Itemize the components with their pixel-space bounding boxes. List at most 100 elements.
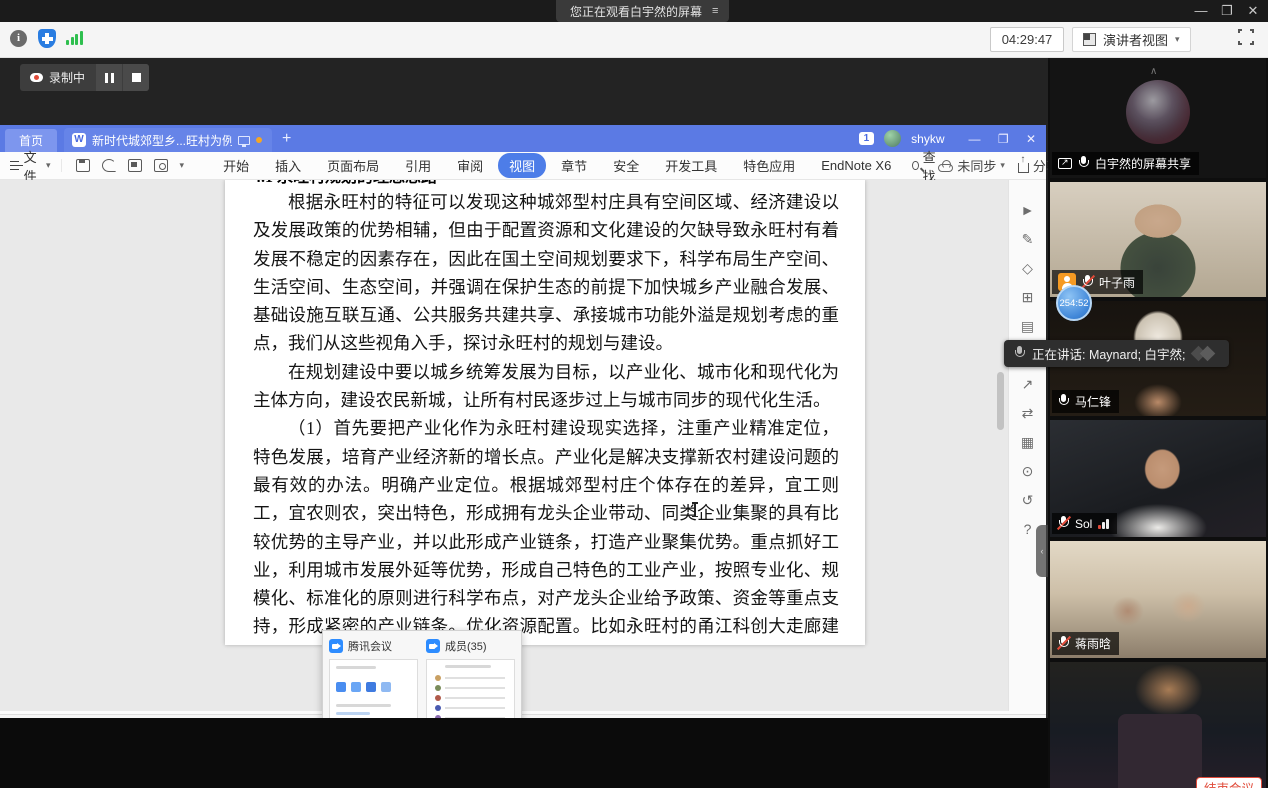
- banner-menu-icon[interactable]: ≡: [712, 5, 719, 17]
- tab-start[interactable]: 开始: [212, 153, 260, 178]
- speaking-toast: 正在讲话: Maynard; 白宇然;: [1004, 340, 1229, 367]
- tab-special-apps[interactable]: 特色应用: [732, 153, 806, 178]
- export-tool-icon[interactable]: ↗: [1018, 376, 1038, 392]
- mic-muted-icon: [1058, 636, 1069, 651]
- preview-title: 腾讯会议: [348, 638, 392, 654]
- watching-banner-text: 您正在观看白宇然的屏幕: [570, 3, 702, 20]
- qat-dropdown-icon[interactable]: ▾: [180, 160, 185, 171]
- grid-tool-icon[interactable]: ▦: [1018, 434, 1038, 450]
- view-mode-label: 演讲者视图: [1103, 30, 1168, 49]
- cloud-icon: [938, 164, 953, 172]
- participants-sidebar: ∧ 白宇然的屏幕共享 叶子雨 马仁锋 Sol: [1048, 58, 1268, 788]
- user-avatar[interactable]: [884, 130, 901, 147]
- chevron-down-icon: ▾: [1175, 34, 1180, 45]
- mic-icon: [1078, 156, 1089, 171]
- tab-view[interactable]: 视图: [498, 153, 546, 178]
- paragraph: 根据永旺村的特征可以发现这种城郊型村庄具有空间区域、经济建设以及发展政策的优势相…: [253, 188, 839, 358]
- participant-tile[interactable]: Sol: [1050, 420, 1266, 537]
- mic-icon: [1014, 346, 1025, 361]
- document-canvas: 4.1 永旺村规划的理念思路 根据永旺村的特征可以发现这种城郊型村庄具有空间区域…: [0, 180, 1046, 711]
- tab-insert[interactable]: 插入: [264, 153, 312, 178]
- meeting-info-icon[interactable]: i: [10, 30, 27, 47]
- wps-close-button[interactable]: ✕: [1026, 132, 1036, 146]
- unsaved-dot-icon: [256, 137, 262, 143]
- tab-page-layout[interactable]: 页面布局: [316, 153, 390, 178]
- fullscreen-icon[interactable]: [1238, 29, 1254, 45]
- table-tool-icon[interactable]: ⊞: [1018, 289, 1038, 305]
- document-page[interactable]: 4.1 永旺村规划的理念思路 根据永旺村的特征可以发现这种城郊型村庄具有空间区域…: [225, 180, 865, 645]
- participant-name: 白宇然的屏幕共享: [1095, 155, 1191, 172]
- help-tool-icon[interactable]: ?: [1018, 521, 1038, 537]
- stop-recording-button[interactable]: [123, 64, 149, 91]
- scroll-down-button[interactable]: ∨: [1138, 750, 1178, 770]
- shared-screen-stage: 录制中 首页 W 新时代城郊型乡...旺村为例(1) + 1 shykw — ❐: [0, 58, 1048, 788]
- meeting-logo-watermark: [1193, 346, 1219, 362]
- undo-icon[interactable]: [102, 159, 116, 172]
- wps-restore-button[interactable]: ❐: [998, 132, 1009, 146]
- save-icon[interactable]: [76, 159, 90, 172]
- meeting-window: 您正在观看白宇然的屏幕 ≡ — ❐ ✕ i 04:29:47 演讲者视图 ▾ 录…: [0, 0, 1268, 788]
- minimize-button[interactable]: —: [1190, 3, 1212, 18]
- wps-document-tab[interactable]: W 新时代城郊型乡...旺村为例(1): [64, 128, 272, 152]
- document-body: 根据永旺村的特征可以发现这种城郊型村庄具有空间区域、经济建设以及发展政策的优势相…: [253, 188, 839, 645]
- pause-recording-button[interactable]: [96, 64, 122, 91]
- meeting-protect-icon[interactable]: [38, 29, 56, 48]
- meeting-bottom-area: [0, 718, 1048, 788]
- chevron-down-icon: ▾: [1000, 160, 1005, 171]
- restore-button[interactable]: ❐: [1216, 3, 1238, 19]
- select-tool-icon[interactable]: ►: [1018, 202, 1038, 218]
- swap-tool-icon[interactable]: ⇄: [1018, 405, 1038, 421]
- tab-section[interactable]: 章节: [550, 153, 598, 178]
- close-button[interactable]: ✕: [1242, 3, 1264, 19]
- wps-window: 首页 W 新时代城郊型乡...旺村为例(1) + 1 shykw — ❐ ✕: [0, 125, 1046, 742]
- layout-icon: [1083, 33, 1096, 46]
- paragraph: （1）首先要把产业化作为永旺村建设现实选择，注重产业精准定位，特色发展，培育产业…: [253, 414, 839, 645]
- undo-tool-icon[interactable]: ↺: [1018, 492, 1038, 508]
- pen-tool-icon[interactable]: ✎: [1018, 231, 1038, 247]
- wps-doc-icon: W: [72, 133, 86, 147]
- document-scrollbar[interactable]: [997, 184, 1004, 644]
- document-heading: 4.1 永旺村规划的理念思路: [253, 180, 839, 188]
- new-tab-button[interactable]: +: [282, 130, 291, 148]
- find-button[interactable]: 查找: [912, 147, 938, 185]
- participant-name: Sol: [1075, 517, 1092, 531]
- shape-tool-icon[interactable]: ◇: [1018, 260, 1038, 276]
- participant-tile[interactable]: 叶子雨: [1050, 182, 1266, 297]
- hamburger-icon: [10, 161, 19, 170]
- tab-review[interactable]: 审阅: [446, 153, 494, 178]
- tab-endnote[interactable]: EndNote X6: [810, 155, 902, 176]
- sync-label: 未同步: [957, 156, 996, 175]
- panel-collapse-handle[interactable]: ‹: [1036, 525, 1048, 577]
- quick-access-toolbar: ▾: [61, 159, 199, 172]
- avatar: [1126, 80, 1190, 144]
- file-menu-label: 文件: [24, 147, 41, 185]
- participant-tile-screen-share[interactable]: ∧ 白宇然的屏幕共享: [1050, 58, 1266, 178]
- find-label: 查找: [923, 147, 939, 185]
- wps-window-buttons: — ❐ ✕: [954, 132, 1036, 146]
- wps-minimize-button[interactable]: —: [968, 132, 980, 146]
- sync-button[interactable]: 未同步 ▾: [938, 156, 1005, 175]
- tab-security[interactable]: 安全: [602, 153, 650, 178]
- preview-title: 成员(35): [445, 638, 487, 654]
- wps-menu-bar: 文件 ▾ ▾ 开始 插入 页面布局 引用 审阅 视图 章节: [0, 152, 1046, 180]
- tab-dev-tools[interactable]: 开发工具: [654, 153, 728, 178]
- participant-tile[interactable]: ∨: [1050, 662, 1266, 788]
- print-icon[interactable]: [128, 159, 142, 172]
- screen-share-icon: [1058, 158, 1072, 169]
- view-mode-button[interactable]: 演讲者视图 ▾: [1072, 27, 1191, 52]
- chevron-up-icon[interactable]: ∧: [1150, 66, 1157, 77]
- end-meeting-button[interactable]: 结束会议: [1196, 777, 1262, 788]
- list-tool-icon[interactable]: ▤: [1018, 318, 1038, 334]
- print-preview-icon[interactable]: [154, 159, 168, 172]
- recording-bar: 录制中: [20, 64, 149, 91]
- recording-label: 录制中: [49, 69, 85, 86]
- share-icon: [1018, 163, 1029, 173]
- meeting-time-bubble[interactable]: 254:52: [1056, 285, 1092, 321]
- file-menu[interactable]: 文件 ▾: [0, 147, 61, 185]
- tab-reference[interactable]: 引用: [394, 153, 442, 178]
- participant-tile[interactable]: 蒋雨晗: [1050, 541, 1266, 658]
- history-tool-icon[interactable]: ⊙: [1018, 463, 1038, 479]
- record-icon: [30, 73, 43, 82]
- mic-icon: [1058, 394, 1069, 409]
- watching-banner[interactable]: 您正在观看白宇然的屏幕 ≡: [556, 0, 729, 22]
